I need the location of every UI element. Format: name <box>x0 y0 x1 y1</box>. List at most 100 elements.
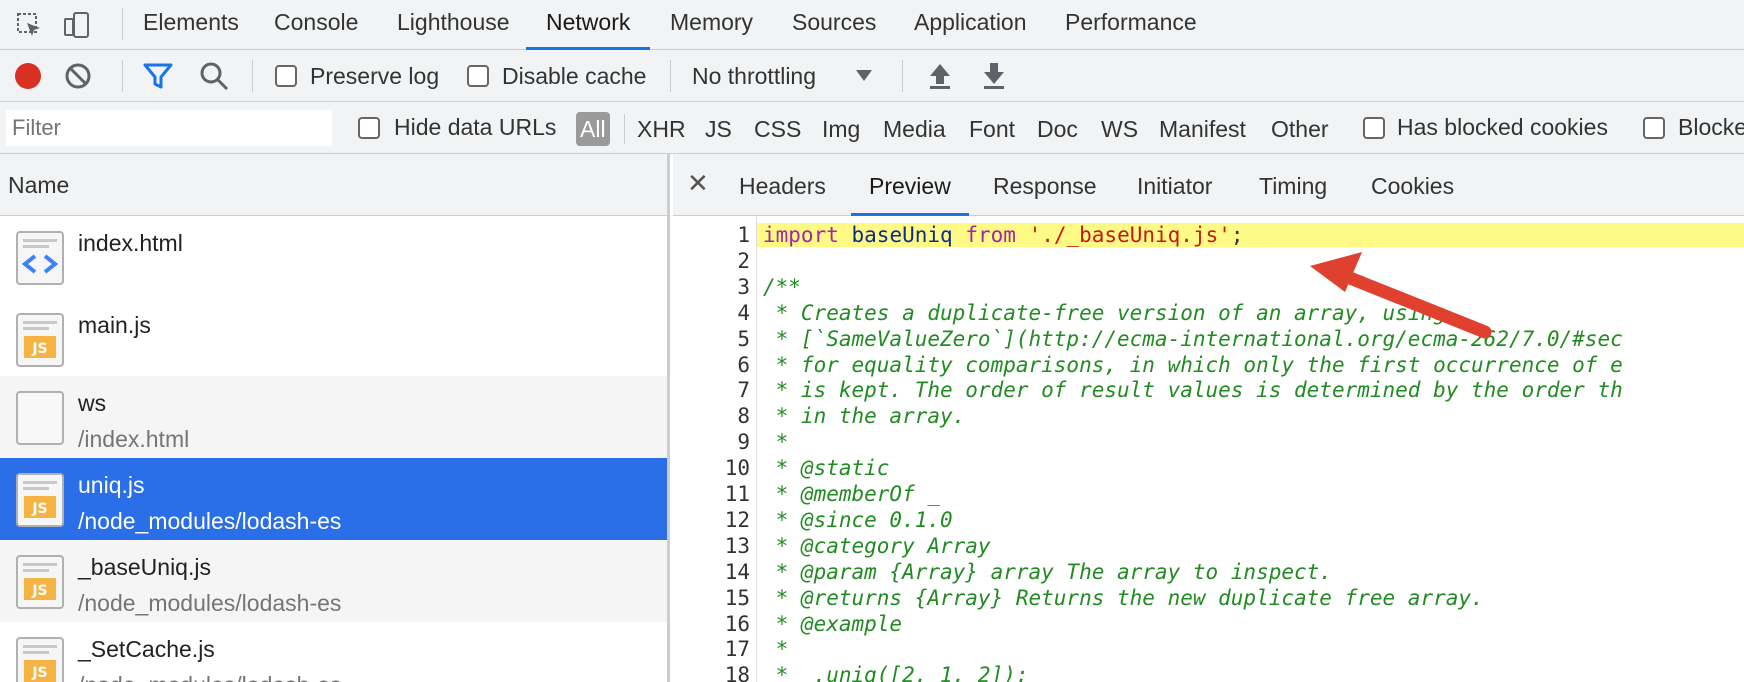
tab-sources[interactable]: Sources <box>772 0 896 50</box>
tab-application[interactable]: Application <box>894 0 1047 50</box>
has-blocked-cookies-label: Has blocked cookies <box>1397 114 1608 140</box>
line-number: 8 <box>737 404 750 429</box>
network-toolbar: Preserve log Disable cache No throttling <box>0 50 1744 102</box>
line-number: 4 <box>737 300 750 325</box>
close-icon[interactable]: ✕ <box>687 168 709 199</box>
filter-bar: Hide data URLs All XHR JS CSS Img Media … <box>0 102 1744 154</box>
record-icon[interactable] <box>12 60 44 92</box>
tab-preview[interactable]: Preview <box>851 154 969 216</box>
request-row-ws[interactable]: ws /index.html <box>0 376 667 458</box>
blocked-requests-checkbox[interactable] <box>1643 117 1665 139</box>
code-line: * is kept. The order of result values is… <box>763 378 1623 403</box>
js-file-icon: JS <box>16 555 64 609</box>
line-number: 9 <box>737 430 750 455</box>
type-filter-font[interactable]: Font <box>969 112 1015 146</box>
tab-memory[interactable]: Memory <box>650 0 773 50</box>
preserve-log-checkbox[interactable] <box>275 65 297 87</box>
type-filter-ws[interactable]: WS <box>1101 112 1138 146</box>
line-number: 18 <box>724 663 750 682</box>
code-line: * [`SameValueZero`](http://ecma-internat… <box>763 326 1623 351</box>
type-filter-doc[interactable]: Doc <box>1037 112 1078 146</box>
throttling-select[interactable]: No throttling <box>692 63 816 90</box>
highlighted-code-line: import baseUniq from './_baseUniq.js'; <box>757 223 1744 247</box>
tab-network[interactable]: Network <box>526 0 651 50</box>
request-name: _SetCache.js <box>78 636 215 662</box>
export-har-icon[interactable] <box>978 60 1010 92</box>
request-path: /index.html <box>78 426 190 452</box>
hide-data-urls-label: Hide data URLs <box>394 114 557 140</box>
panel-tabbar: Elements Console Lighthouse Network Memo… <box>0 0 1744 50</box>
toolbar-divider <box>902 60 903 92</box>
request-path: /node_modules/lodash-es <box>78 672 341 682</box>
line-number: 16 <box>724 611 750 636</box>
type-filter-js[interactable]: JS <box>705 112 732 146</box>
filter-input[interactable] <box>6 110 332 146</box>
line-number: 11 <box>724 482 750 506</box>
request-row-setcache-js[interactable]: JS _SetCache.js /node_modules/lodash-es <box>0 622 667 682</box>
blocked-requests-label: Blocke <box>1678 114 1744 140</box>
import-har-icon[interactable] <box>924 60 956 92</box>
tab-response[interactable]: Response <box>975 154 1115 216</box>
type-filter-other[interactable]: Other <box>1271 112 1329 146</box>
svg-text:JS: JS <box>31 341 47 357</box>
tab-headers[interactable]: Headers <box>721 154 844 216</box>
has-blocked-cookies-checkbox[interactable] <box>1363 117 1385 139</box>
source-preview[interactable]: 1 2 3 4 5 6 7 8 9 10 11 12 13 14 15 16 17 18 import baseU… <box>673 216 1744 682</box>
code-line: /** <box>763 274 801 299</box>
js-file-icon: JS <box>16 473 64 527</box>
line-number-gutter: 1 2 3 4 5 6 7 8 9 10 11 12 13 14 15 16 17 18 <box>673 216 757 682</box>
request-path: /node_modules/lodash-es <box>78 590 342 616</box>
clear-icon[interactable] <box>62 60 94 92</box>
svg-text:JS: JS <box>31 583 47 599</box>
hide-data-urls-checkbox[interactable] <box>358 117 380 139</box>
code-line: * @since 0.1.0 <box>763 507 953 532</box>
html-file-icon <box>16 231 64 285</box>
line-number: 6 <box>737 352 750 377</box>
type-filter-all[interactable]: All <box>576 112 610 146</box>
filter-divider <box>624 114 625 144</box>
request-name: _baseUniq.js <box>78 554 211 580</box>
disable-cache-checkbox[interactable] <box>467 65 489 87</box>
request-path: /node_modules/lodash-es <box>78 508 342 534</box>
code-line: * @param {Array} array The array to insp… <box>763 559 1332 584</box>
line-number: 7 <box>737 378 750 403</box>
request-row-baseuniq-js[interactable]: JS _baseUniq.js /node_modules/lodash-es <box>0 540 667 622</box>
name-column-header[interactable]: Name <box>0 154 667 216</box>
code-line: * _.uniq([2, 1, 2]); <box>763 663 1029 682</box>
tab-lighthouse[interactable]: Lighthouse <box>377 0 530 50</box>
code-line: * <box>763 637 789 662</box>
disable-cache-label: Disable cache <box>502 63 647 89</box>
search-icon[interactable] <box>198 60 230 92</box>
toolbar-divider <box>122 60 123 92</box>
dropdown-arrow-icon[interactable] <box>853 64 875 86</box>
tab-timing[interactable]: Timing <box>1241 154 1345 216</box>
type-filter-xhr[interactable]: XHR <box>637 112 686 146</box>
code-line: * @category Array <box>763 533 991 558</box>
device-toolbar-icon[interactable] <box>62 10 92 40</box>
blank-file-icon <box>16 391 64 445</box>
filter-icon[interactable] <box>142 60 174 92</box>
js-file-icon: JS <box>16 313 64 367</box>
type-filter-manifest[interactable]: Manifest <box>1159 112 1246 146</box>
type-filter-img[interactable]: Img <box>822 112 860 146</box>
tab-cookies[interactable]: Cookies <box>1353 154 1472 216</box>
inspect-element-icon[interactable] <box>14 10 44 40</box>
request-name: main.js <box>78 312 151 338</box>
type-filter-media[interactable]: Media <box>883 112 946 146</box>
request-name: ws <box>78 390 107 416</box>
tab-initiator[interactable]: Initiator <box>1119 154 1230 216</box>
js-file-icon: JS <box>16 637 64 682</box>
code-line: * <box>763 430 789 455</box>
tab-console[interactable]: Console <box>254 0 378 50</box>
tab-performance[interactable]: Performance <box>1045 0 1217 50</box>
tab-elements[interactable]: Elements <box>123 0 259 50</box>
request-row-index-html[interactable]: index.html <box>0 216 667 298</box>
line-number: 13 <box>724 533 750 558</box>
svg-text:JS: JS <box>31 665 47 681</box>
request-row-uniq-js[interactable]: JS uniq.js /node_modules/lodash-es <box>0 458 667 540</box>
request-row-main-js[interactable]: JS main.js <box>0 298 667 376</box>
svg-text:JS: JS <box>31 501 47 517</box>
type-filter-css[interactable]: CSS <box>754 112 801 146</box>
detail-tabbar: ✕ Headers Preview Response Initiator Tim… <box>673 154 1744 216</box>
line-number: 2 <box>737 248 750 273</box>
